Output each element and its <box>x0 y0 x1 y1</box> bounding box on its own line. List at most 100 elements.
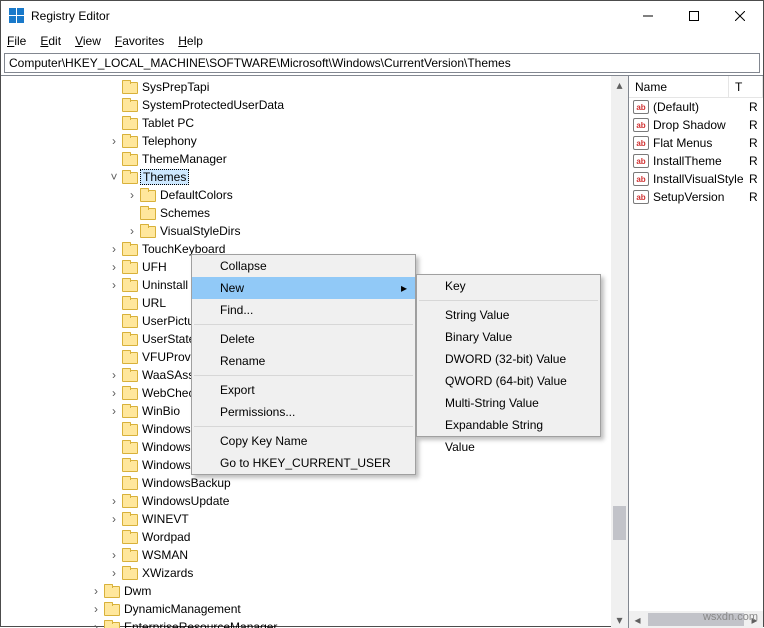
chevron-right-icon[interactable]: › <box>89 584 103 598</box>
tree-item[interactable]: Schemes <box>1 204 628 222</box>
menu-separator <box>419 300 598 301</box>
tree-item[interactable]: ThemeManager <box>1 150 628 168</box>
tree-item-label: Schemes <box>158 206 212 220</box>
menubar: File Edit View Favorites Help <box>1 31 763 51</box>
menu-item[interactable]: Binary Value <box>417 326 600 348</box>
tree-item[interactable]: ›DynamicManagement <box>1 600 628 618</box>
tree-item[interactable]: Tablet PC <box>1 114 628 132</box>
tree-scrollbar[interactable]: ▴ ▾ <box>611 76 628 628</box>
tree-item-label: UFH <box>140 260 169 274</box>
menu-item[interactable]: Find... <box>192 299 415 321</box>
folder-icon <box>121 548 137 562</box>
chevron-right-icon[interactable]: › <box>107 368 121 382</box>
tree-item[interactable]: SysPrepTapi <box>1 78 628 96</box>
tree-item[interactable]: › WINEVT <box>1 510 628 528</box>
menu-item[interactable]: Delete <box>192 328 415 350</box>
menu-item[interactable]: DWORD (32-bit) Value <box>417 348 600 370</box>
value-row[interactable]: abDrop ShadowR <box>629 116 763 134</box>
folder-icon <box>121 566 137 580</box>
folder-icon <box>121 332 137 346</box>
folder-icon <box>121 152 137 166</box>
menu-item[interactable]: Expandable String Value <box>417 414 600 436</box>
tree-item-label: SystemProtectedUserData <box>140 98 286 112</box>
context-submenu-new: Key String ValueBinary ValueDWORD (32-bit… <box>416 274 601 437</box>
menu-item[interactable]: New▸ <box>192 277 415 299</box>
value-row[interactable]: ab(Default)R <box>629 98 763 116</box>
tree-item-label: DefaultColors <box>158 188 235 202</box>
tree-item[interactable]: Wordpad <box>1 528 628 546</box>
folder-icon <box>121 404 137 418</box>
menu-edit[interactable]: Edit <box>40 34 61 48</box>
menu-item[interactable]: Copy Key Name <box>192 430 415 452</box>
value-name: (Default) <box>653 100 745 114</box>
chevron-right-icon[interactable]: › <box>107 404 121 418</box>
value-row[interactable]: abSetupVersionR <box>629 188 763 206</box>
address-bar[interactable]: Computer\HKEY_LOCAL_MACHINE\SOFTWARE\Mic… <box>4 53 760 73</box>
chevron-right-icon[interactable]: › <box>107 512 121 526</box>
scroll-down-icon[interactable]: ▾ <box>611 611 628 628</box>
chevron-right-icon[interactable]: › <box>107 278 121 292</box>
folder-icon <box>121 98 137 112</box>
chevron-right-icon[interactable]: › <box>107 260 121 274</box>
menu-view[interactable]: View <box>75 34 101 48</box>
chevron-right-icon[interactable]: › <box>107 548 121 562</box>
folder-icon <box>103 584 119 598</box>
menu-item[interactable]: String Value <box>417 304 600 326</box>
tree-item-label: WindowsBackup <box>140 476 233 490</box>
folder-icon <box>121 422 137 436</box>
menu-file[interactable]: File <box>7 34 26 48</box>
tree-item[interactable]: ›Telephony <box>1 132 628 150</box>
value-row[interactable]: abFlat MenusR <box>629 134 763 152</box>
scroll-thumb[interactable] <box>613 506 626 540</box>
scroll-left-icon[interactable]: ◂ <box>629 611 646 628</box>
tree-item[interactable]: WindowsBackup <box>1 474 628 492</box>
tree-item[interactable]: SystemProtectedUserData <box>1 96 628 114</box>
menu-item[interactable]: Key <box>417 275 600 297</box>
tree-item[interactable]: › Dwm <box>1 582 628 600</box>
menu-help[interactable]: Help <box>178 34 203 48</box>
close-button[interactable] <box>717 1 763 31</box>
folder-icon <box>139 188 155 202</box>
folder-icon <box>121 440 137 454</box>
value-row[interactable]: abInstallThemeR <box>629 152 763 170</box>
chevron-right-icon[interactable]: › <box>107 134 121 148</box>
chevron-right-icon[interactable]: › <box>89 602 103 616</box>
menu-separator <box>194 426 413 427</box>
tree-item[interactable]: › DefaultColors <box>1 186 628 204</box>
value-row[interactable]: abInstallVisualStyleR <box>629 170 763 188</box>
tree-item[interactable]: ˅Themes <box>1 168 628 186</box>
menu-item[interactable]: Export <box>192 379 415 401</box>
chevron-down-icon[interactable]: ˅ <box>107 170 121 184</box>
column-type[interactable]: T <box>729 76 763 97</box>
menu-item[interactable]: Permissions... <box>192 401 415 423</box>
folder-icon <box>121 80 137 94</box>
menu-item[interactable]: Rename <box>192 350 415 372</box>
maximize-button[interactable] <box>671 1 717 31</box>
tree-item-label: Dwm <box>122 584 153 598</box>
tree-item[interactable]: ›XWizards <box>1 564 628 582</box>
tree-item[interactable]: ›VisualStyleDirs <box>1 222 628 240</box>
chevron-right-icon[interactable]: › <box>107 566 121 580</box>
folder-icon <box>121 386 137 400</box>
folder-icon <box>103 602 119 616</box>
column-name[interactable]: Name <box>629 76 729 97</box>
tree-item[interactable]: ›WindowsUpdate <box>1 492 628 510</box>
minimize-button[interactable] <box>625 1 671 31</box>
menu-item[interactable]: Go to HKEY_CURRENT_USER <box>192 452 415 474</box>
menu-item[interactable]: Multi-String Value <box>417 392 600 414</box>
chevron-right-icon[interactable]: › <box>125 224 139 238</box>
scroll-up-icon[interactable]: ▴ <box>611 76 628 93</box>
chevron-right-icon[interactable]: › <box>107 494 121 508</box>
menu-favorites[interactable]: Favorites <box>115 34 164 48</box>
menu-item[interactable]: Collapse <box>192 255 415 277</box>
chevron-right-icon[interactable]: › <box>125 188 139 202</box>
chevron-right-icon[interactable]: › <box>107 386 121 400</box>
menu-item[interactable]: QWORD (64-bit) Value <box>417 370 600 392</box>
string-value-icon: ab <box>633 136 649 150</box>
folder-icon <box>121 494 137 508</box>
tree-item[interactable]: ›WSMAN <box>1 546 628 564</box>
watermark: wsxdn.com <box>703 611 758 623</box>
tree-item-label: WINEVT <box>140 512 191 526</box>
values-pane: Name T ab(Default)RabDrop ShadowRabFlat … <box>629 76 763 628</box>
chevron-right-icon[interactable]: › <box>107 242 121 256</box>
